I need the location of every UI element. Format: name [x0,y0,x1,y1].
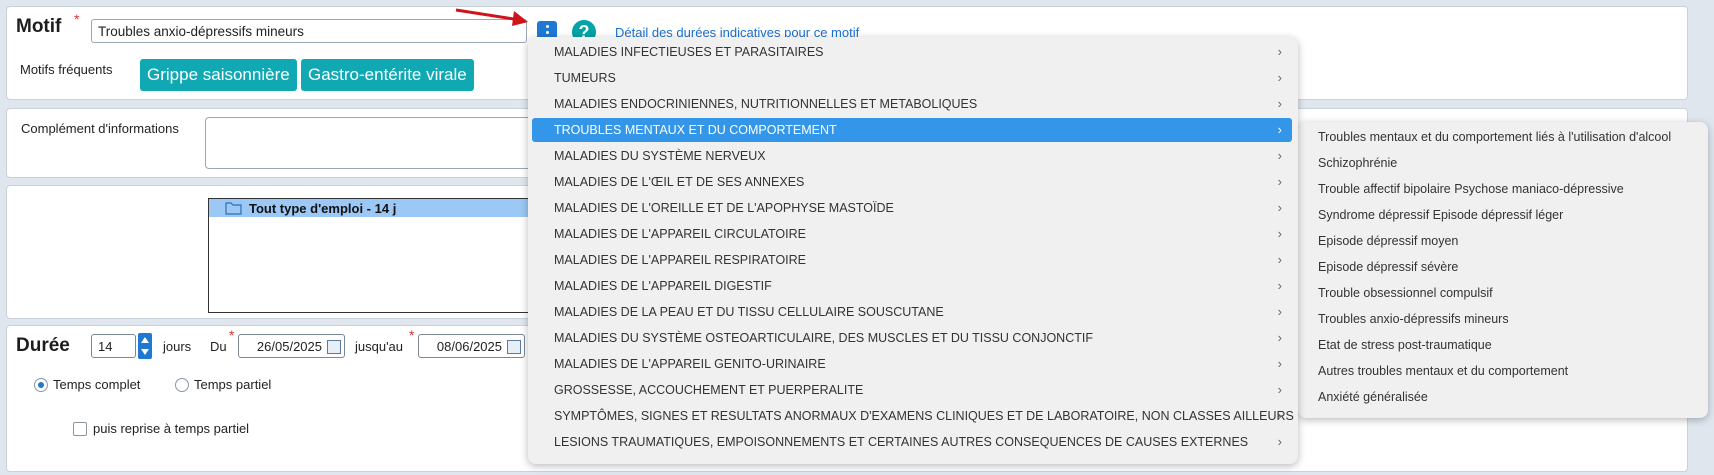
subcategory-menu-item-label: Schizophrénie [1318,156,1398,170]
calendar-icon[interactable] [507,340,521,354]
frequent-motifs-label: Motifs fréquents [20,62,113,77]
radio-full-time-label: Temps complet [53,377,141,392]
subcategory-menu-item-label: Troubles anxio-dépressifs mineurs [1318,312,1509,326]
category-menu-item[interactable]: MALADIES DE L'ŒIL ET DE SES ANNEXES › [532,170,1292,194]
subcategory-menu-item-label: Etat de stress post-traumatique [1318,338,1492,352]
chevron-right-icon: › [1277,122,1282,137]
subcategory-menu-item[interactable]: Etat de stress post-traumatique [1302,333,1702,357]
chevron-right-icon: › [1277,70,1282,85]
subcategory-menu-item-label: Episode dépressif moyen [1318,234,1459,248]
category-menu-item[interactable]: MALADIES DE L'APPAREIL RESPIRATOIRE › [532,248,1292,272]
chevron-right-icon: › [1277,382,1282,397]
from-label: Du [210,339,227,354]
resume-part-time-label: puis reprise à temps partiel [93,421,250,436]
subcategory-menu-item[interactable]: Trouble obsessionnel compulsif [1302,281,1702,305]
days-input[interactable]: 14 [91,334,136,358]
subcategory-menu-item-label: Episode dépressif sévère [1318,260,1459,274]
frequent-motif-chip[interactable]: Grippe saisonnière [140,59,297,91]
chevron-right-icon: › [1277,330,1282,345]
resume-part-time-checkbox[interactable] [73,422,87,436]
calendar-icon[interactable] [327,340,341,354]
category-menu-item-label: MALADIES DE L'APPAREIL RESPIRATOIRE [554,253,807,267]
subcategory-menu-item-label: Syndrome dépressif Episode dépressif lég… [1318,208,1564,222]
required-mark: * [409,327,415,343]
category-menu-item-label: SYMPTÔMES, SIGNES ET RESULTATS ANORMAUX … [554,409,1294,423]
chevron-right-icon: › [1277,278,1282,293]
tree-item-label: Tout type d'emploi - 14 j [249,201,397,216]
category-menu-item[interactable]: MALADIES DU SYSTÈME NERVEUX › [532,144,1292,168]
category-menu-item-label: MALADIES INFECTIEUSES ET PARASITAIRES [554,45,824,59]
frequent-motif-chip[interactable]: Gastro-entérite virale [301,59,474,91]
radio-part-time[interactable] [175,378,189,392]
required-mark: * [74,11,80,27]
category-menu-item[interactable]: LESIONS TRAUMATIQUES, EMPOISONNEMENTS ET… [532,430,1292,454]
category-menu-item[interactable]: MALADIES INFECTIEUSES ET PARASITAIRES › [532,40,1292,64]
category-menu-item-label: MALADIES DE L'ŒIL ET DE SES ANNEXES [554,175,805,189]
to-label: jusqu'au [355,339,404,354]
category-menu-item[interactable]: MALADIES DE LA PEAU ET DU TISSU CELLULAI… [532,300,1292,324]
category-menu-item-label: TUMEURS [554,71,616,85]
subcategory-menu-item[interactable]: Troubles mentaux et du comportement liés… [1302,125,1702,149]
category-menu-item[interactable]: MALADIES DU SYSTÈME OSTEOARTICULAIRE, DE… [532,326,1292,350]
motif-title: Motif [16,16,62,37]
chevron-right-icon: › [1277,434,1282,449]
category-menu: MALADIES INFECTIEUSES ET PARASITAIRES › TU… [528,37,1298,464]
category-menu-item-label: MALADIES DE L'APPAREIL GENITO-URINAIRE [554,357,826,371]
subcategory-menu-item-label: Autres troubles mentaux et du comporteme… [1318,364,1569,378]
category-menu-item-label: MALADIES DU SYSTÈME OSTEOARTICULAIRE, DE… [554,331,1093,345]
category-menu-item[interactable]: TUMEURS › [532,66,1292,90]
chevron-right-icon: › [1277,304,1282,319]
category-menu-item-label: MALADIES DE L'APPAREIL DIGESTIF [554,279,772,293]
category-menu-item[interactable]: MALADIES DE L'APPAREIL DIGESTIF › [532,274,1292,298]
subcategory-menu-item-label: Trouble obsessionnel compulsif [1318,286,1493,300]
subcategory-menu-item[interactable]: Troubles anxio-dépressifs mineurs [1302,307,1702,331]
subcategory-menu-item-label: Troubles mentaux et du comportement liés… [1318,130,1672,144]
category-menu-item[interactable]: SYMPTÔMES, SIGNES ET RESULTATS ANORMAUX … [532,404,1294,428]
subcategory-menu-item[interactable]: Trouble affectif bipolaire Psychose mani… [1302,177,1702,201]
stepper-arrows-icon [141,337,149,355]
category-menu-item[interactable]: MALADIES ENDOCRINIENNES, NUTRITIONNELLES… [532,92,1292,116]
duration-title: Durée [16,335,70,356]
chevron-right-icon: › [1277,174,1282,189]
category-menu-item-label: MALADIES DE L'OREILLE ET DE L'APOPHYSE M… [554,201,894,215]
complement-label: Complément d'informations [21,121,179,136]
category-menu-item-label: MALADIES DU SYSTÈME NERVEUX [554,149,766,163]
subcategory-menu-item[interactable]: Autres troubles mentaux et du comporteme… [1302,359,1702,383]
category-menu-item-label: MALADIES DE L'APPAREIL CIRCULATOIRE [554,227,806,241]
chevron-right-icon: › [1277,44,1282,59]
chevron-right-icon: › [1277,148,1282,163]
radio-full-time[interactable] [34,378,48,392]
category-menu-item[interactable]: MALADIES DE L'OREILLE ET DE L'APOPHYSE M… [532,196,1292,220]
subcategory-menu: Troubles mentaux et du comportement liés… [1298,122,1708,418]
days-label: jours [163,339,192,354]
category-menu-item[interactable]: MALADIES DE L'APPAREIL GENITO-URINAIRE › [532,352,1292,376]
category-menu-item[interactable]: TROUBLES MENTAUX ET DU COMPORTEMENT › [532,118,1292,142]
subcategory-menu-item[interactable]: Schizophrénie [1302,151,1702,175]
subcategory-menu-item[interactable]: Episode dépressif sévère [1302,255,1702,279]
chevron-right-icon: › [1277,252,1282,267]
subcategory-menu-item[interactable]: Anxiété généralisée [1302,385,1702,409]
radio-part-time-label: Temps partiel [194,377,272,392]
subcategory-menu-item-label: Anxiété généralisée [1318,390,1428,404]
subcategory-menu-item[interactable]: Syndrome dépressif Episode dépressif lég… [1302,203,1702,227]
category-menu-item-label: LESIONS TRAUMATIQUES, EMPOISONNEMENTS ET… [554,435,1249,449]
category-menu-item-label: GROSSESSE, ACCOUCHEMENT ET PUERPERALITE [554,383,864,397]
chevron-right-icon: › [1277,408,1282,423]
days-stepper[interactable] [138,333,152,359]
category-menu-item-label: MALADIES DE LA PEAU ET DU TISSU CELLULAI… [554,305,944,319]
category-menu-item[interactable]: GROSSESSE, ACCOUCHEMENT ET PUERPERALITE › [532,378,1292,402]
folder-icon [225,202,242,215]
category-menu-item-label: MALADIES ENDOCRINIENNES, NUTRITIONNELLES… [554,97,978,111]
category-menu-item-label: TROUBLES MENTAUX ET DU COMPORTEMENT [554,123,837,137]
red-arrow-icon [455,8,528,26]
required-mark: * [229,327,235,343]
subcategory-menu-item[interactable]: Episode dépressif moyen [1302,229,1702,253]
chevron-right-icon: › [1277,200,1282,215]
chevron-right-icon: › [1277,356,1282,371]
chevron-right-icon: › [1277,96,1282,111]
subcategory-menu-item-label: Trouble affectif bipolaire Psychose mani… [1318,182,1624,196]
chevron-right-icon: › [1277,226,1282,241]
category-menu-item[interactable]: MALADIES DE L'APPAREIL CIRCULATOIRE › [532,222,1292,246]
